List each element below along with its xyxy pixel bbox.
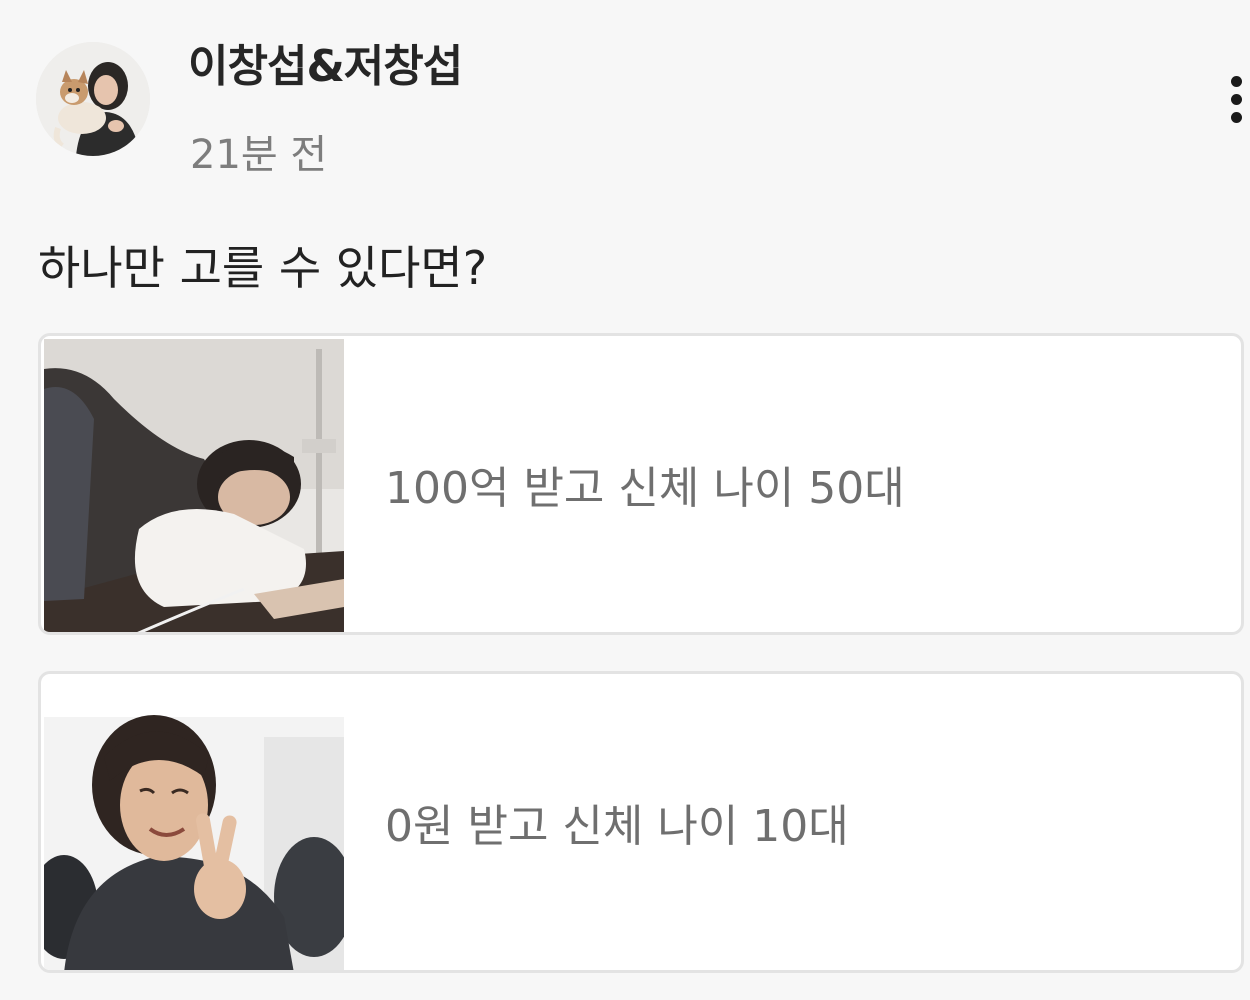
person-sleeping-photo	[44, 339, 344, 632]
option-1-label: 100억 받고 신체 나이 50대	[385, 463, 905, 514]
author-name[interactable]: 이창섭&저창섭	[188, 30, 463, 94]
avatar-photo	[36, 42, 150, 156]
poll-option-2[interactable]: 0원 받고 신체 나이 10대	[38, 671, 1244, 973]
person-peace-sign-photo	[44, 677, 344, 970]
avatar[interactable]	[36, 42, 150, 156]
poll-option-1[interactable]: 100억 받고 신체 나이 50대	[38, 333, 1244, 635]
poll-question: 하나만 고를 수 있다면?	[38, 241, 488, 295]
option-2-image	[44, 677, 344, 970]
post-timestamp: 21분 전	[190, 132, 328, 178]
more-options-button[interactable]	[1218, 72, 1250, 128]
option-1-image	[44, 339, 344, 632]
option-2-label: 0원 받고 신체 나이 10대	[385, 801, 849, 852]
